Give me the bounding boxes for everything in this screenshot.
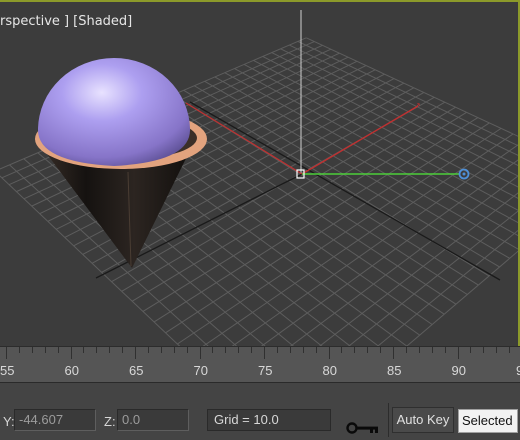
grid-line	[165, 122, 490, 334]
y-coordinate-label: Y:	[3, 414, 15, 429]
timeline-tick	[276, 347, 278, 353]
set-key-icon[interactable]	[346, 421, 380, 435]
timeline-tick	[470, 347, 472, 353]
grid-line	[377, 229, 518, 346]
statusbar-divider	[388, 403, 389, 437]
timeline-tick	[6, 347, 7, 359]
z-coordinate-label: Z:	[104, 414, 116, 429]
timeline-tick-label: 90	[451, 363, 466, 378]
timeline-tick-label: 55	[0, 363, 15, 378]
timeline-tick	[496, 347, 498, 353]
timeline-tick	[109, 347, 111, 353]
timeline-tick	[367, 347, 369, 353]
timeline-tick	[341, 347, 343, 353]
timeline-tick	[264, 347, 265, 359]
timeline-tick	[509, 347, 511, 353]
timeline-tick	[18, 347, 20, 353]
timeline-tick-label: 85	[387, 363, 402, 378]
timeline-tick	[44, 347, 46, 353]
timeline-tick-label: 60	[64, 363, 79, 378]
timeline-tick	[483, 347, 485, 353]
timeline-tick-label: 95	[516, 363, 520, 378]
timeline-tick	[328, 347, 330, 359]
timeline-tick	[70, 347, 72, 359]
grid-line	[202, 133, 514, 346]
timeline-tick	[186, 347, 188, 353]
grid-line	[231, 144, 518, 346]
gizmo-handle-dot-icon	[462, 172, 466, 176]
timeline-tick-label: 75	[258, 363, 273, 378]
timeline-tick	[225, 347, 227, 353]
timeline-tick	[238, 347, 240, 353]
sphere-object[interactable]	[38, 58, 190, 166]
timeline-tick-label: 65	[129, 363, 144, 378]
timeline-tick	[83, 347, 85, 353]
timeline-tick-label: 80	[322, 363, 337, 378]
timeline-tick	[418, 347, 420, 353]
timeline-tick	[31, 347, 33, 353]
key-filter-selected-dropdown[interactable]: Selected	[458, 409, 518, 433]
timeline-tick	[315, 347, 317, 353]
timeline-tick	[199, 347, 201, 359]
timeline-tick	[147, 347, 149, 353]
timeline-tick	[160, 347, 162, 353]
timeline-tick	[302, 347, 304, 353]
status-bar: Y: -44.607 Z: 0.0 Grid = 10.0 Auto Key S…	[0, 382, 520, 440]
timeline-tick	[135, 347, 136, 359]
viewport-scene[interactable]: ↗	[0, 2, 520, 346]
grid-line	[319, 192, 518, 346]
timeline-tick	[251, 347, 253, 353]
grid-line	[348, 210, 518, 346]
timeline-tick	[173, 347, 175, 353]
grid-size-readout: Grid = 10.0	[207, 409, 331, 431]
grid-line	[177, 127, 502, 345]
timeline-tick	[444, 347, 446, 353]
track-bar-ruler[interactable]: 55 60 65 70 75 80 85 90 95	[0, 346, 520, 383]
timeline-tick	[96, 347, 98, 353]
timeline-tick	[57, 347, 59, 353]
timeline-tick	[212, 347, 214, 353]
timeline-tick	[122, 347, 124, 353]
x-arrow-icon: ↗	[414, 101, 421, 110]
timeline-tick	[431, 347, 433, 353]
timeline-tick	[289, 347, 291, 353]
y-coordinate-field[interactable]: -44.607	[14, 409, 96, 431]
perspective-viewport[interactable]: rspective ] [Shaded] ↗	[0, 0, 520, 346]
max-app-window: rspective ] [Shaded] ↗ 55 60 65 70 75 80…	[0, 0, 520, 440]
timeline-tick	[380, 347, 382, 353]
timeline-tick-label: 70	[193, 363, 208, 378]
timeline-tick	[405, 347, 407, 353]
z-coordinate-field[interactable]: 0.0	[117, 409, 189, 431]
grid-line	[290, 175, 518, 346]
timeline-tick	[393, 347, 394, 359]
timeline-tick	[354, 347, 356, 353]
grid-line	[253, 59, 518, 199]
timeline-tick	[457, 347, 459, 359]
auto-key-button[interactable]: Auto Key	[392, 407, 454, 433]
